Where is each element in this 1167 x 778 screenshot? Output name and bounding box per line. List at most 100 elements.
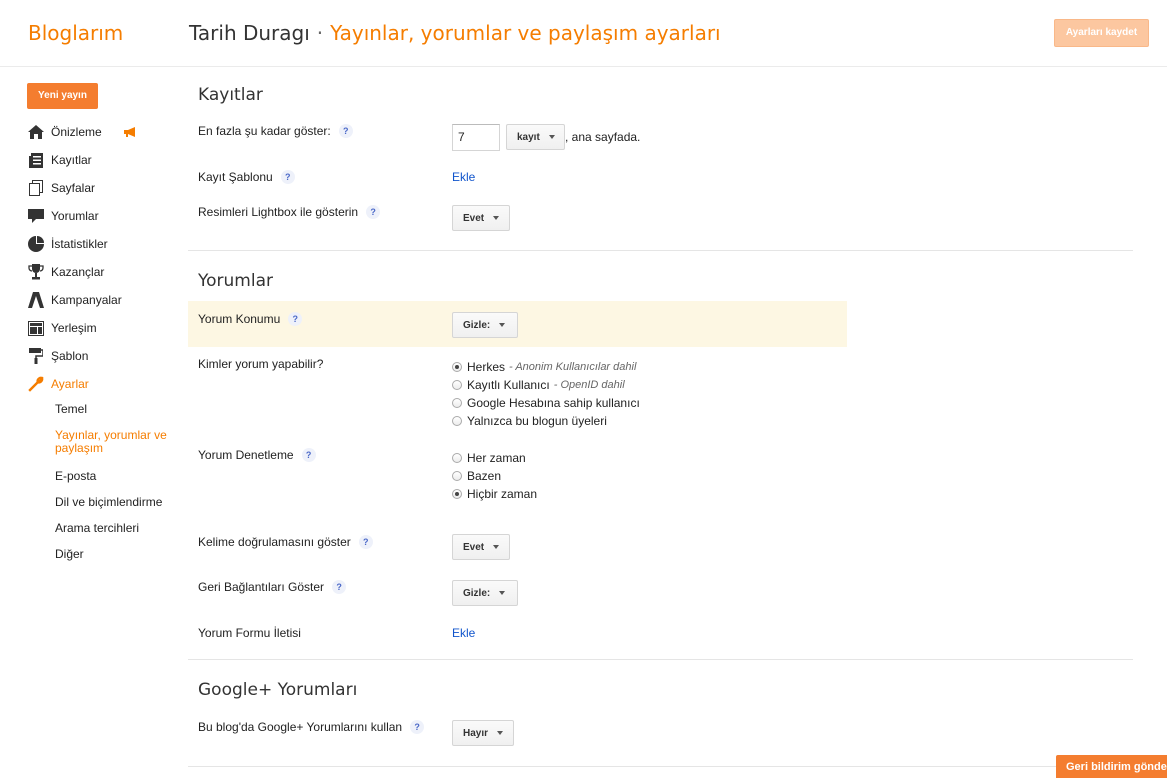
new-post-button[interactable]: Yeni yayın: [27, 83, 98, 109]
radio-button[interactable]: [452, 398, 462, 408]
help-icon[interactable]: ?: [358, 535, 373, 549]
campaign-icon: [27, 292, 45, 308]
radio-label: Google Hesabına sahip kullanıcı: [467, 396, 640, 410]
moderation-text: Yorum Denetleme: [198, 448, 294, 462]
post-template-text: Kayıt Şablonu: [198, 170, 273, 184]
radio-option[interactable]: Bazen: [452, 467, 537, 485]
brand-link[interactable]: Bloglarım: [28, 21, 123, 45]
show-count-text: En fazla şu kadar göster:: [198, 124, 331, 138]
sidebar-item-pages[interactable]: Sayfalar: [27, 174, 177, 202]
comment-form-message-label: Yorum Formu İletisi: [198, 626, 301, 640]
comment-form-message-add-link[interactable]: Ekle: [452, 626, 475, 640]
wrench-icon: [27, 376, 45, 392]
blog-name[interactable]: Tarih Duragı: [189, 21, 310, 45]
chevron-down-icon: [499, 591, 506, 595]
comment-location-dropdown[interactable]: Gizle:: [452, 312, 518, 338]
sidebar-item-label: Sayfalar: [51, 181, 96, 195]
radio-button[interactable]: [452, 453, 462, 463]
radio-hint: - Anonim Kullanıcılar dahil: [509, 361, 637, 373]
home-icon: [27, 124, 45, 140]
chevron-down-icon: [493, 545, 500, 549]
dropdown-value: Evet: [463, 212, 485, 224]
title-separator: ·: [316, 21, 324, 45]
help-icon[interactable]: ?: [301, 448, 316, 462]
gplus-comments-label: Bu blog'da Google+ Yorumlarını kullan?: [198, 720, 425, 734]
radio-option[interactable]: Hiçbir zaman: [452, 485, 537, 503]
sidebar-item-settings[interactable]: Ayarlar: [27, 370, 177, 398]
post-unit-dropdown[interactable]: kayıt: [506, 124, 565, 150]
sidebar-item-campaigns[interactable]: Kampanyalar: [27, 286, 177, 314]
gplus-comments-dropdown[interactable]: Hayır: [452, 720, 514, 746]
lightbox-label: Resimleri Lightbox ile gösterin?: [198, 205, 381, 219]
dropdown-value: kayıt: [517, 131, 540, 143]
send-feedback-button[interactable]: Geri bildirim gönder: [1056, 755, 1167, 778]
lightbox-dropdown[interactable]: Evet: [452, 205, 510, 231]
pie-chart-icon: [27, 236, 45, 252]
help-icon[interactable]: ?: [338, 124, 353, 138]
who-can-comment-radio-group: Herkes - Anonim Kullanıcılar dahil Kayıtl…: [452, 358, 640, 430]
radio-button[interactable]: [452, 471, 462, 481]
sidebar-item-stats[interactable]: İstatistikler: [27, 230, 177, 258]
dropdown-value: Gizle:: [463, 587, 491, 599]
posts-icon: [27, 152, 45, 168]
megaphone-icon[interactable]: [124, 126, 138, 140]
section-divider: [188, 766, 1133, 767]
section-divider: [188, 659, 1133, 660]
sidebar-item-comments[interactable]: Yorumlar: [27, 202, 177, 230]
posts-section-title: Kayıtlar: [198, 85, 263, 105]
subnav-item-language[interactable]: Dil ve biçimlendirme: [55, 496, 185, 522]
subnav-item-search-prefs[interactable]: Arama tercihleri: [55, 522, 185, 548]
captcha-label: Kelime doğrulamasını göster?: [198, 535, 373, 549]
radio-option[interactable]: Her zaman: [452, 449, 537, 467]
sidebar-nav: Önizleme Kayıtlar Sayfalar Yorumlar İsta…: [27, 118, 177, 398]
help-icon[interactable]: ?: [332, 580, 347, 594]
comments-section-title: Yorumlar: [198, 271, 273, 291]
help-icon[interactable]: ?: [410, 720, 425, 734]
radio-button[interactable]: [452, 362, 462, 372]
section-title: Yayınlar, yorumlar ve paylaşım ayarları: [330, 21, 721, 45]
help-icon[interactable]: ?: [280, 170, 295, 184]
lightbox-text: Resimleri Lightbox ile gösterin: [198, 205, 359, 219]
who-can-comment-label: Kimler yorum yapabilir?: [198, 357, 324, 371]
backlinks-dropdown[interactable]: Gizle:: [452, 580, 518, 606]
top-header: Bloglarım Tarih Duragı · Yayınlar, yorumla…: [0, 0, 1167, 67]
sidebar-item-posts[interactable]: Kayıtlar: [27, 146, 177, 174]
paint-roller-icon: [27, 348, 45, 364]
radio-button[interactable]: [452, 380, 462, 390]
subnav-item-basic[interactable]: Temel: [55, 403, 185, 429]
help-icon[interactable]: ?: [366, 205, 381, 219]
sidebar-item-label: Yorumlar: [51, 209, 99, 223]
captcha-dropdown[interactable]: Evet: [452, 534, 510, 560]
trophy-icon: [27, 264, 45, 280]
post-template-add-link[interactable]: Ekle: [452, 170, 475, 184]
comment-icon: [27, 208, 45, 224]
radio-button[interactable]: [452, 416, 462, 426]
sidebar-item-earnings[interactable]: Kazançlar: [27, 258, 177, 286]
gplus-comments-text: Bu blog'da Google+ Yorumlarını kullan: [198, 720, 403, 734]
radio-label: Yalnızca bu blogun üyeleri: [467, 414, 607, 428]
help-icon[interactable]: ?: [288, 312, 303, 326]
sidebar-item-layout[interactable]: Yerleşim: [27, 314, 177, 342]
radio-button[interactable]: [452, 489, 462, 499]
backlinks-text: Geri Bağlantıları Göster: [198, 580, 325, 594]
section-divider: [188, 250, 1133, 251]
gplus-section-title: Google+ Yorumları: [198, 680, 358, 700]
sidebar-item-label: Ayarlar: [51, 377, 89, 391]
subnav-item-other[interactable]: Diğer: [55, 548, 185, 574]
sidebar-item-template[interactable]: Şablon: [27, 342, 177, 370]
sidebar-item-label: İstatistikler: [51, 237, 108, 251]
subnav-item-posts-comments[interactable]: Yayınlar, yorumlar ve paylaşım: [55, 429, 175, 470]
settings-subnav: Temel Yayınlar, yorumlar ve paylaşım E-p…: [55, 403, 185, 574]
post-count-input[interactable]: 7: [452, 124, 500, 151]
dropdown-value: Gizle:: [463, 319, 491, 331]
radio-option[interactable]: Kayıtlı Kullanıcı - OpenID dahil: [452, 376, 640, 394]
save-settings-button[interactable]: Ayarları kaydet: [1054, 19, 1149, 47]
radio-option[interactable]: Yalnızca bu blogun üyeleri: [452, 412, 640, 430]
radio-label: Her zaman: [467, 451, 526, 465]
sidebar-item-preview[interactable]: Önizleme: [27, 118, 177, 146]
radio-option[interactable]: Herkes - Anonim Kullanıcılar dahil: [452, 358, 640, 376]
sidebar-item-label: Kazançlar: [51, 265, 105, 279]
radio-option[interactable]: Google Hesabına sahip kullanıcı: [452, 394, 640, 412]
radio-label: Hiçbir zaman: [467, 487, 538, 501]
subnav-item-email[interactable]: E-posta: [55, 470, 185, 496]
